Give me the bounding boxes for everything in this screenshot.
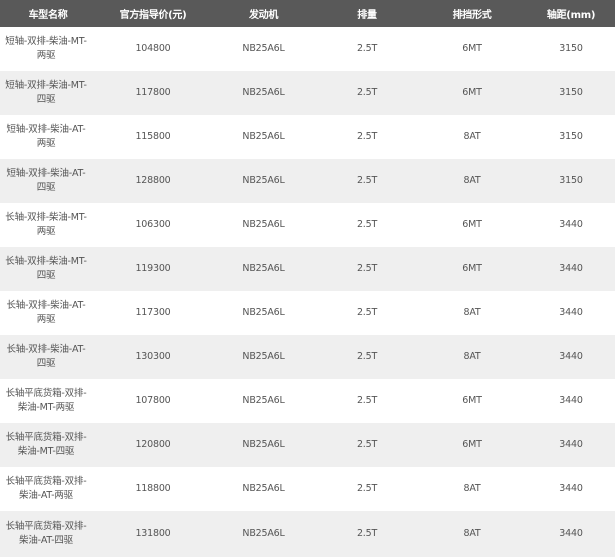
table-row: 长轴平底货箱-双排-柴油-MT-两驱 107800 NB25A6L 2.5T 6MT 34… [0,379,615,423]
cell-price: 119300 [135,263,171,274]
header-engine: 发动机 [248,10,279,21]
cell-wheelbase: 3440 [559,219,583,230]
table-row: 短轴-双排-柴油-AT-两驱 115800 NB25A6L 2.5T 8AT 3150 [0,115,615,159]
cell-displacement: 2.5T [356,131,378,142]
cell-model-name: 长轴平底货箱-双排-柴油-AT-四驱 [5,521,87,546]
cell-wheelbase: 3150 [559,43,583,54]
cell-transmission: 8AT [463,528,481,539]
spec-table: 车型名称 官方指导价(元) 发动机 排量 排挡形式 轴距(mm) 短轴-双排-柴… [0,0,615,557]
cell-wheelbase: 3150 [559,131,583,142]
table-row: 短轴-双排-柴油-MT-四驱 117800 NB25A6L 2.5T 6MT 3150 [0,71,615,115]
table-row: 长轴-双排-柴油-MT-四驱 119300 NB25A6L 2.5T 6MT 3440 [0,247,615,291]
table-row: 长轴-双排-柴油-AT-四驱 130300 NB25A6L 2.5T 8AT 3440 [0,335,615,379]
cell-engine: NB25A6L [242,263,285,274]
cell-price: 120800 [135,439,171,450]
cell-model-name: 短轴-双排-柴油-AT-两驱 [6,124,86,149]
table-body: 短轴-双排-柴油-MT-两驱 104800 NB25A6L 2.5T 6MT 3150 短轴… [0,27,615,557]
table-row: 短轴-双排-柴油-MT-两驱 104800 NB25A6L 2.5T 6MT 3150 [0,27,615,71]
cell-transmission: 8AT [463,175,481,186]
cell-engine: NB25A6L [242,528,285,539]
cell-price: 107800 [135,395,171,406]
cell-model-name: 短轴-双排-柴油-MT-四驱 [5,80,87,105]
table-header: 车型名称 官方指导价(元) 发动机 排量 排挡形式 轴距(mm) [0,0,615,27]
cell-model-name: 长轴-双排-柴油-AT-四驱 [6,344,86,369]
cell-displacement: 2.5T [356,87,378,98]
cell-displacement: 2.5T [356,439,378,450]
cell-engine: NB25A6L [242,219,285,230]
cell-wheelbase: 3440 [559,307,583,318]
cell-model-name: 长轴-双排-柴油-MT-四驱 [5,256,87,281]
cell-displacement: 2.5T [356,43,378,54]
cell-price: 106300 [135,219,171,230]
table-row: 长轴-双排-柴油-MT-两驱 106300 NB25A6L 2.5T 6MT 3440 [0,203,615,247]
cell-displacement: 2.5T [356,175,378,186]
table-row: 长轴-双排-柴油-AT-两驱 117300 NB25A6L 2.5T 8AT 3440 [0,291,615,335]
cell-price: 128800 [135,175,171,186]
cell-price: 131800 [135,528,171,539]
cell-transmission: 8AT [463,351,481,362]
cell-transmission: 8AT [463,131,481,142]
cell-wheelbase: 3440 [559,483,583,494]
cell-model-name: 长轴平底货箱-双排-柴油-MT-四驱 [5,432,87,457]
cell-transmission: 6MT [462,87,482,98]
cell-wheelbase: 3440 [559,528,583,539]
cell-model-name: 短轴-双排-柴油-MT-两驱 [5,36,87,61]
cell-model-name: 长轴-双排-柴油-AT-两驱 [6,300,86,325]
cell-displacement: 2.5T [356,395,378,406]
cell-price: 104800 [135,43,171,54]
cell-engine: NB25A6L [242,131,285,142]
cell-engine: NB25A6L [242,175,285,186]
cell-engine: NB25A6L [242,483,285,494]
cell-transmission: 6MT [462,263,482,274]
table-row: 短轴-双排-柴油-AT-四驱 128800 NB25A6L 2.5T 8AT 3150 [0,159,615,203]
header-transmission: 排挡形式 [452,10,492,21]
cell-engine: NB25A6L [242,87,285,98]
header-model-name: 车型名称 [28,10,68,21]
cell-transmission: 6MT [462,219,482,230]
cell-price: 130300 [135,351,171,362]
cell-displacement: 2.5T [356,351,378,362]
cell-model-name: 短轴-双排-柴油-AT-四驱 [6,168,86,193]
header-wheelbase: 轴距(mm) [546,10,596,21]
cell-price: 118800 [135,483,171,494]
cell-displacement: 2.5T [356,263,378,274]
cell-wheelbase: 3440 [559,439,583,450]
cell-transmission: 8AT [463,307,481,318]
cell-transmission: 6MT [462,43,482,54]
cell-model-name: 长轴平底货箱-双排-柴油-AT-两驱 [5,476,87,501]
cell-transmission: 6MT [462,395,482,406]
cell-wheelbase: 3150 [559,175,583,186]
header-displacement: 排量 [357,10,377,21]
cell-displacement: 2.5T [356,307,378,318]
cell-price: 117300 [135,307,171,318]
header-row: 车型名称 官方指导价(元) 发动机 排量 排挡形式 轴距(mm) [0,0,615,27]
cell-engine: NB25A6L [242,395,285,406]
cell-wheelbase: 3440 [559,263,583,274]
cell-displacement: 2.5T [356,528,378,539]
cell-model-name: 长轴-双排-柴油-MT-两驱 [5,212,87,237]
cell-transmission: 6MT [462,439,482,450]
cell-engine: NB25A6L [242,307,285,318]
cell-engine: NB25A6L [242,439,285,450]
cell-transmission: 8AT [463,483,481,494]
cell-model-name: 长轴平底货箱-双排-柴油-MT-两驱 [5,388,87,413]
table-row: 长轴平底货箱-双排-柴油-AT-两驱 118800 NB25A6L 2.5T 8AT 34… [0,467,615,511]
header-price: 官方指导价(元) [119,10,187,21]
cell-price: 115800 [135,131,171,142]
cell-engine: NB25A6L [242,43,285,54]
cell-engine: NB25A6L [242,351,285,362]
cell-price: 117800 [135,87,171,98]
table-row: 长轴平底货箱-双排-柴油-MT-四驱 120800 NB25A6L 2.5T 6MT 34… [0,423,615,467]
cell-wheelbase: 3440 [559,395,583,406]
table-row: 长轴平底货箱-双排-柴油-AT-四驱 131800 NB25A6L 2.5T 8AT 34… [0,511,615,557]
cell-wheelbase: 3150 [559,87,583,98]
cell-displacement: 2.5T [356,219,378,230]
cell-wheelbase: 3440 [559,351,583,362]
cell-displacement: 2.5T [356,483,378,494]
